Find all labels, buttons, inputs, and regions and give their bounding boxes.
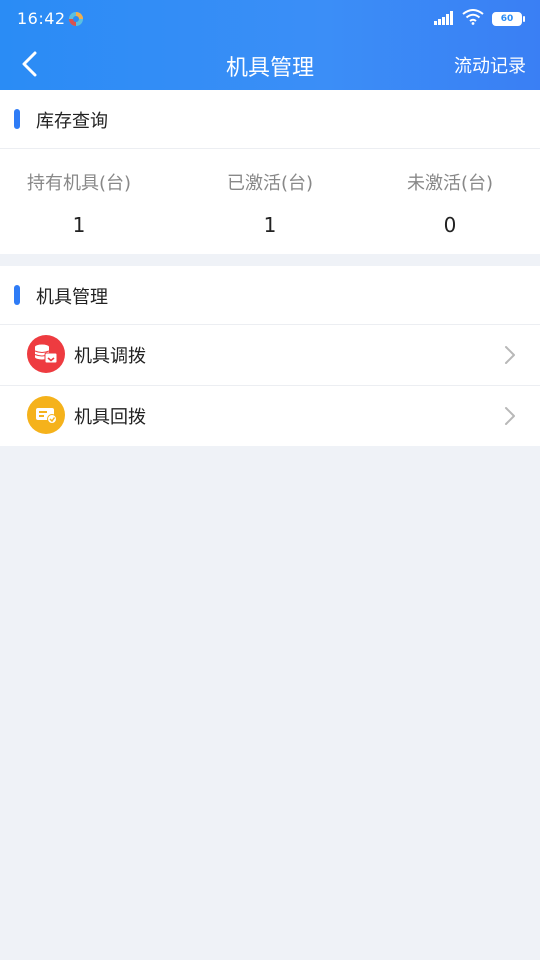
management-section-title: 机具管理 xyxy=(36,287,108,308)
management-card: 机具管理 机具调拨 机具回拨 xyxy=(0,266,540,446)
chevron-right-icon xyxy=(505,407,515,425)
top-header: 16:42 60 机具管理 流动记录 xyxy=(0,0,540,90)
inventory-card: 库存查询 持有机具(台) 1 已激活(台) 1 未激活(台) 0 xyxy=(0,90,540,254)
stat-held-devices: 持有机具(台) 1 xyxy=(0,149,169,255)
stat-value: 0 xyxy=(443,213,457,237)
list-item-label: 机具回拨 xyxy=(74,407,146,428)
list-item-return[interactable]: 机具回拨 xyxy=(0,386,540,446)
nav-bar: 机具管理 流动记录 xyxy=(0,38,540,90)
section-marker xyxy=(14,285,20,305)
status-bar: 16:42 60 xyxy=(0,0,540,38)
stat-label: 已激活(台) xyxy=(226,173,314,194)
signal-icon xyxy=(434,10,454,29)
battery-icon: 60 xyxy=(492,12,525,26)
transfer-icon xyxy=(27,335,65,373)
flow-records-button[interactable]: 流动记录 xyxy=(454,52,526,78)
management-section-header: 机具管理 xyxy=(0,266,540,325)
return-icon xyxy=(27,396,65,434)
app-notification-icon xyxy=(68,11,84,27)
stat-value: 1 xyxy=(263,213,277,237)
stat-label: 未激活(台) xyxy=(406,173,494,194)
stat-activated: 已激活(台) 1 xyxy=(180,149,360,255)
inventory-stats: 持有机具(台) 1 已激活(台) 1 未激活(台) 0 xyxy=(0,149,540,255)
status-time: 16:42 xyxy=(17,9,66,28)
section-marker xyxy=(14,109,20,129)
wifi-icon xyxy=(462,9,484,29)
stat-label: 持有机具(台) xyxy=(26,173,132,194)
list-item-label: 机具调拨 xyxy=(74,346,146,367)
inventory-section-header: 库存查询 xyxy=(0,90,540,149)
status-icons: 60 xyxy=(434,9,525,29)
inventory-section-title: 库存查询 xyxy=(36,111,108,132)
list-item-transfer[interactable]: 机具调拨 xyxy=(0,325,540,386)
chevron-right-icon xyxy=(505,346,515,364)
stat-value: 1 xyxy=(72,213,86,237)
stat-not-activated: 未激活(台) 0 xyxy=(360,149,540,255)
